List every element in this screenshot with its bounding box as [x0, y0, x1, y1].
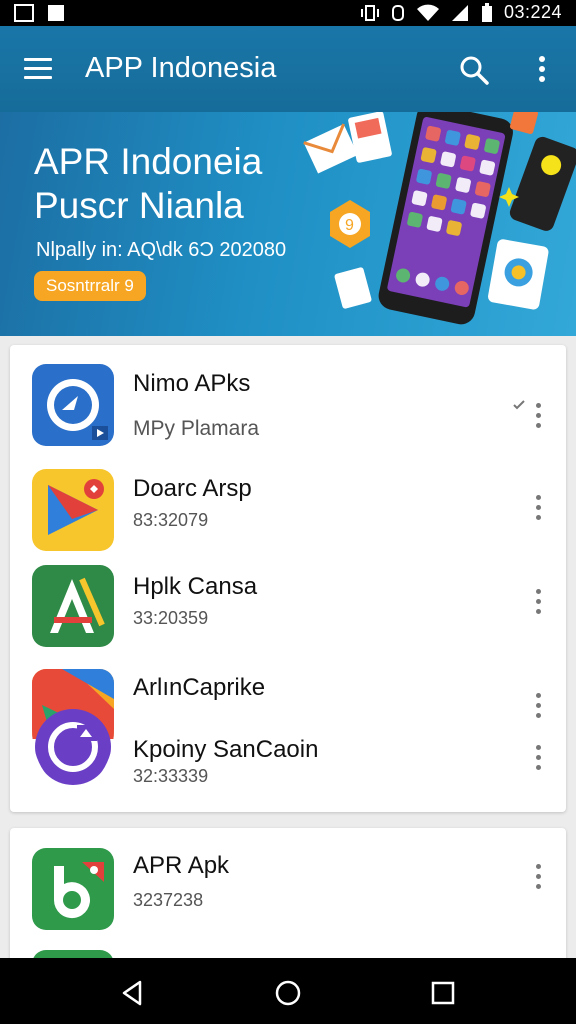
wifi-icon [416, 4, 439, 21]
app-name: APR Apk [133, 852, 230, 879]
list-item[interactable]: ArlınCaprike Kpoiny SanCaoin 32:33339 [10, 659, 566, 809]
hero-illustration: 9 [303, 112, 576, 325]
home-icon[interactable] [273, 978, 303, 1008]
list-item[interactable]: APR Apk 3237238 [10, 828, 566, 938]
apps-card: Nimo APks MPy Plamara Doarc Arsp 83:3207… [10, 345, 566, 812]
app-meta: 33:20359 [133, 608, 209, 628]
app-icon [32, 469, 114, 551]
app-name: Kpoiny SanCaoin [133, 736, 319, 763]
app-meta: 83:32079 [133, 510, 209, 530]
app-title: APP Indonesia [85, 52, 277, 84]
gallery-notification-icon [14, 4, 34, 22]
check-icon [513, 400, 525, 410]
more-options-icon[interactable] [530, 745, 546, 775]
vibrate-icon [360, 4, 379, 21]
more-options-icon[interactable] [530, 54, 554, 84]
back-icon[interactable] [118, 978, 148, 1008]
list-item[interactable]: Nimo APks MPy Plamara [10, 345, 566, 457]
app-meta: 32:33339 [133, 766, 209, 786]
app-name: Doarc Arsp [133, 475, 252, 502]
status-bar: 03:224 [0, 0, 576, 26]
app-icon [32, 669, 114, 789]
hero-subtitle: Nlpally in: AQ\dk 6Ɔ 202080 [36, 239, 287, 261]
list-item[interactable]: Hplk Cansa 33:20359 [10, 559, 566, 653]
search-icon[interactable] [458, 54, 490, 86]
hero-banner: APR Indoneia Puscr Nianla Nlpally in: AQ… [0, 112, 576, 336]
svg-text:9: 9 [345, 217, 354, 234]
app-name: Hplk Cansa [133, 573, 258, 600]
list-item[interactable]: Doarc Arsp 83:32079 [10, 463, 566, 557]
app-bar: APP Indonesia [0, 26, 576, 112]
app-icon [32, 848, 114, 930]
recents-icon[interactable] [428, 978, 458, 1008]
app-name: ArlınCaprike [133, 674, 266, 701]
signal-icon [451, 4, 468, 21]
app-icon [32, 364, 114, 446]
hero-title-line2: Puscr Nianla [34, 185, 244, 226]
more-options-icon[interactable] [530, 589, 546, 619]
more-options-icon[interactable] [530, 693, 546, 723]
app-meta: 3237238 [133, 890, 204, 910]
notification-square-icon [48, 5, 64, 21]
more-options-icon[interactable] [530, 403, 546, 433]
hero-cta-button[interactable]: Sosntrralr 9 [34, 271, 146, 301]
clock: 03:224 [503, 2, 562, 22]
menu-icon[interactable] [24, 58, 52, 80]
more-options-icon[interactable] [530, 864, 546, 894]
hero-title: APR Indoneia Puscr Nianla [34, 140, 262, 228]
app-meta: MPy Plamara [133, 417, 260, 440]
app-name: Nimo APks [133, 370, 251, 397]
hero-title-line1: APR Indoneia [34, 141, 263, 182]
more-options-icon[interactable] [530, 495, 546, 525]
alarm-icon [391, 4, 404, 21]
battery-icon [481, 2, 492, 22]
app-icon [32, 565, 114, 647]
system-nav-bar [0, 958, 576, 1024]
apps-card-secondary: APR Apk 3237238 [10, 828, 566, 968]
